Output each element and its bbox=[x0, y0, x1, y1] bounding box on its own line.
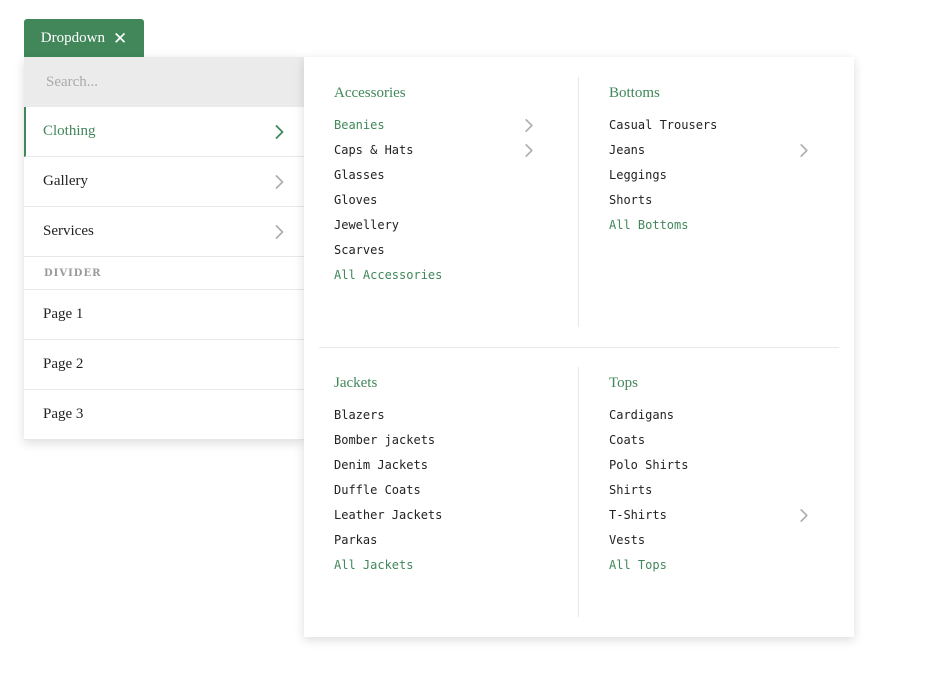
link-jewellery[interactable]: Jewellery bbox=[334, 218, 534, 243]
link-label: T-Shirts bbox=[609, 508, 667, 522]
link-label: Gloves bbox=[334, 193, 378, 207]
menu-item-label: Page 3 bbox=[43, 406, 84, 422]
link-label: Blazers bbox=[334, 408, 385, 422]
chevron-right-icon bbox=[799, 143, 809, 158]
link-jeans[interactable]: Jeans bbox=[609, 143, 809, 168]
link-caps-hats[interactable]: Caps & Hats bbox=[334, 143, 534, 168]
chevron-right-icon bbox=[524, 118, 534, 133]
link-casual-trousers[interactable]: Casual Trousers bbox=[609, 118, 809, 143]
link-label: All Tops bbox=[609, 558, 667, 572]
link-label: All Bottoms bbox=[609, 218, 689, 232]
mega-menu-panel: Accessories Beanies Caps & Hats Glasses Glov… bbox=[304, 57, 854, 637]
menu-item-gallery[interactable]: Gallery bbox=[24, 157, 304, 207]
link-duffle-coats[interactable]: Duffle Coats bbox=[334, 483, 534, 508]
link-label: Leggings bbox=[609, 168, 667, 182]
column-divider-top bbox=[578, 77, 579, 327]
section-accessories: Accessories Beanies Caps & Hats Glasses Glov… bbox=[334, 83, 534, 293]
link-label: Vests bbox=[609, 533, 646, 547]
menu-item-clothing[interactable]: Clothing bbox=[24, 107, 304, 157]
section-title: Bottoms bbox=[609, 85, 660, 101]
link-label: Jeans bbox=[609, 143, 646, 157]
menu-item-label: Services bbox=[43, 223, 94, 239]
link-cardigans[interactable]: Cardigans bbox=[609, 408, 809, 433]
link-all-jackets[interactable]: All Jackets bbox=[334, 558, 534, 583]
link-label: Jewellery bbox=[334, 218, 400, 232]
link-label: Shorts bbox=[609, 193, 653, 207]
link-bomber-jackets[interactable]: Bomber jackets bbox=[334, 433, 534, 458]
link-label: Cardigans bbox=[609, 408, 675, 422]
menu-item-label: Page 1 bbox=[43, 306, 84, 322]
section-title: Jackets bbox=[334, 375, 378, 391]
menu-item-page-3[interactable]: Page 3 bbox=[24, 390, 304, 440]
dropdown-toggle-label: Dropdown bbox=[40, 29, 105, 46]
link-label: All Accessories bbox=[334, 268, 443, 282]
link-shorts[interactable]: Shorts bbox=[609, 193, 809, 218]
menu-item-label: Clothing bbox=[43, 123, 96, 139]
section-jackets: Jackets Blazers Bomber jackets Denim Jacket… bbox=[334, 373, 534, 583]
menu-item-label: Page 2 bbox=[43, 356, 84, 372]
link-glasses[interactable]: Glasses bbox=[334, 168, 534, 193]
link-beanies[interactable]: Beanies bbox=[334, 118, 534, 143]
link-label: Leather Jackets bbox=[334, 508, 443, 522]
section-title: Tops bbox=[609, 375, 638, 391]
menu-item-services[interactable]: Services bbox=[24, 207, 304, 257]
section-tops: Tops Cardigans Coats Polo Shirts Shirts T-Shi… bbox=[609, 373, 809, 583]
link-all-tops[interactable]: All Tops bbox=[609, 558, 809, 583]
link-parkas[interactable]: Parkas bbox=[334, 533, 534, 558]
link-denim-jackets[interactable]: Denim Jackets bbox=[334, 458, 534, 483]
link-label: Beanies bbox=[334, 118, 385, 132]
section-title: Accessories bbox=[334, 85, 406, 101]
chevron-right-icon bbox=[524, 143, 534, 158]
link-scarves[interactable]: Scarves bbox=[334, 243, 534, 268]
link-label: All Jackets bbox=[334, 558, 414, 572]
chevron-right-icon bbox=[799, 508, 809, 523]
menu-item-label: Gallery bbox=[43, 173, 88, 189]
link-vests[interactable]: Vests bbox=[609, 533, 809, 558]
column-divider-bottom bbox=[578, 367, 579, 617]
link-label: Caps & Hats bbox=[334, 143, 414, 157]
link-label: Parkas bbox=[334, 533, 378, 547]
link-polo-shirts[interactable]: Polo Shirts bbox=[609, 458, 809, 483]
menu-item-page-1[interactable]: Page 1 bbox=[24, 290, 304, 340]
link-leggings[interactable]: Leggings bbox=[609, 168, 809, 193]
row-divider bbox=[319, 347, 839, 348]
link-leather-jackets[interactable]: Leather Jackets bbox=[334, 508, 534, 533]
dropdown-toggle-button[interactable]: Dropdown ✕ bbox=[24, 19, 144, 57]
menu-divider: DIVIDER bbox=[24, 257, 304, 290]
search-input[interactable] bbox=[44, 72, 284, 92]
link-all-bottoms[interactable]: All Bottoms bbox=[609, 218, 809, 243]
dropdown-menu: Clothing Gallery Services DIVIDER Page 1 Page… bbox=[24, 57, 304, 440]
link-t-shirts[interactable]: T-Shirts bbox=[609, 508, 809, 533]
close-icon[interactable]: ✕ bbox=[113, 30, 127, 47]
link-label: Scarves bbox=[334, 243, 385, 257]
menu-item-page-2[interactable]: Page 2 bbox=[24, 340, 304, 390]
link-label: Glasses bbox=[334, 168, 385, 182]
chevron-right-icon bbox=[274, 174, 285, 190]
link-shirts[interactable]: Shirts bbox=[609, 483, 809, 508]
link-label: Shirts bbox=[609, 483, 653, 497]
link-label: Coats bbox=[609, 433, 646, 447]
link-label: Duffle Coats bbox=[334, 483, 421, 497]
chevron-right-icon bbox=[274, 224, 285, 240]
link-coats[interactable]: Coats bbox=[609, 433, 809, 458]
search-box bbox=[24, 57, 304, 107]
link-label: Casual Trousers bbox=[609, 118, 718, 132]
link-gloves[interactable]: Gloves bbox=[334, 193, 534, 218]
link-label: Denim Jackets bbox=[334, 458, 428, 472]
link-label: Bomber jackets bbox=[334, 433, 436, 447]
link-blazers[interactable]: Blazers bbox=[334, 408, 534, 433]
link-all-accessories[interactable]: All Accessories bbox=[334, 268, 534, 293]
link-label: Polo Shirts bbox=[609, 458, 689, 472]
section-bottoms: Bottoms Casual Trousers Jeans Leggings Short… bbox=[609, 83, 809, 243]
chevron-right-icon bbox=[274, 124, 285, 140]
